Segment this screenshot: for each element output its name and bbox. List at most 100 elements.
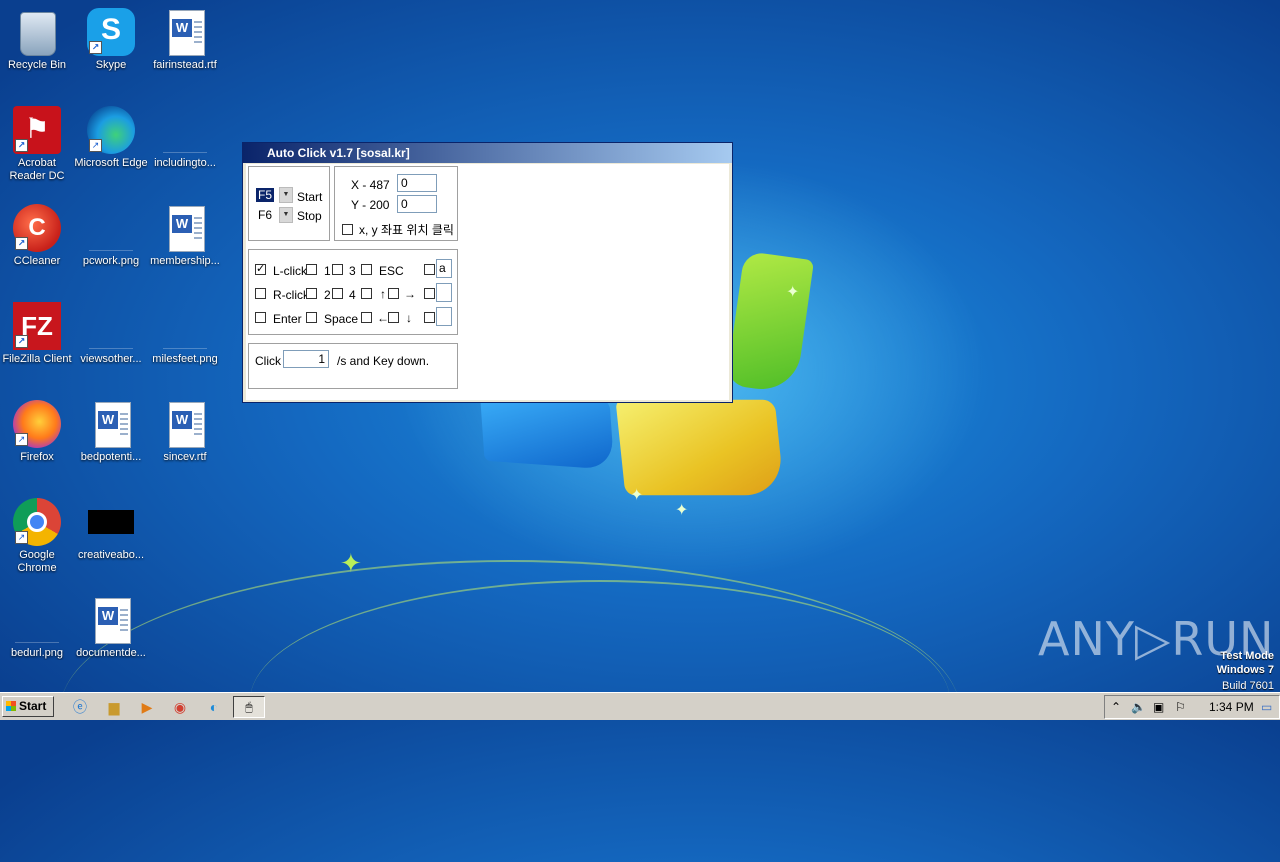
network-icon[interactable]: ▣	[1153, 699, 1164, 715]
icon-label: documentde...	[76, 647, 146, 659]
word-document-icon: W	[87, 596, 135, 644]
show-desktop-icon[interactable]: ▭	[1261, 699, 1272, 715]
shortcut-arrow-icon: ↗	[89, 41, 102, 54]
custom-key-1-checkbox[interactable]	[424, 264, 435, 275]
click-rate-input[interactable]: 1	[283, 350, 329, 368]
custom-key-2-input[interactable]	[436, 283, 452, 302]
desktop-icon-creativeabo[interactable]: creativeabo...	[74, 498, 148, 562]
up-arrow-label: ↑	[380, 287, 386, 301]
x-coordinate-label: X - 487	[351, 178, 390, 192]
desktop-icon-acrobat[interactable]: ⚑ ↗ Acrobat Reader DC	[0, 106, 74, 183]
icon-label: Firefox	[20, 451, 54, 463]
key-2-checkbox[interactable]	[306, 288, 317, 299]
mouse-icon: 🖱	[245, 700, 253, 714]
show-hidden-icons-icon[interactable]: ⌃	[1111, 699, 1121, 715]
test-mode-label: Test Mode	[1220, 650, 1274, 662]
space-label: Space	[324, 312, 359, 326]
firefox-icon: ↗	[13, 400, 61, 448]
desktop-icon-documentde[interactable]: W documentde...	[74, 596, 148, 660]
rclick-label: R-click	[273, 288, 309, 302]
chrome-taskbar-icon[interactable]: ◉	[170, 697, 190, 717]
position-click-label: x, y 좌표 위치 클릭	[359, 223, 454, 237]
desktop-icon-edge[interactable]: ↗ Microsoft Edge	[74, 106, 148, 170]
volume-icon[interactable]: 🔈	[1131, 699, 1146, 715]
x-coordinate-input[interactable]: 0	[397, 174, 437, 192]
custom-key-2-checkbox[interactable]	[424, 288, 435, 299]
right-arrow-checkbox[interactable]	[388, 288, 399, 299]
desktop-icon-chrome[interactable]: ↗ Google Chrome	[0, 498, 74, 575]
shortcut-arrow-icon: ↗	[15, 531, 28, 544]
desktop-icon-firefox[interactable]: ↗ Firefox	[0, 400, 74, 464]
click-rate-label: Click	[255, 354, 281, 368]
key-3-checkbox[interactable]	[332, 264, 343, 275]
desktop-icon-pcwork[interactable]: pcwork.png	[74, 204, 148, 268]
space-checkbox[interactable]	[306, 312, 317, 323]
recycle-bin-icon	[13, 8, 61, 56]
window-title[interactable]: Auto Click v1.7 [sosal.kr]	[243, 143, 732, 163]
action-center-flag-icon[interactable]: ⚐	[1175, 699, 1186, 715]
sparkle-icon: ✦	[340, 548, 362, 578]
down-arrow-checkbox[interactable]	[388, 312, 399, 323]
word-document-icon: W	[87, 400, 135, 448]
position-click-checkbox[interactable]	[342, 224, 353, 235]
key-4-checkbox[interactable]	[332, 288, 343, 299]
stop-hotkey-dropdown-icon[interactable]: ▼	[279, 207, 293, 223]
windows-logo-yellow-pane	[615, 399, 785, 496]
explorer-folder-icon[interactable]: ▆	[104, 697, 124, 717]
desktop-icon-membership[interactable]: W membership...	[148, 204, 222, 268]
key-4-label: 4	[349, 288, 356, 302]
desktop-icon-bedpotenti[interactable]: W bedpotenti...	[74, 400, 148, 464]
enter-checkbox[interactable]	[255, 312, 266, 323]
clock[interactable]: 1:34 PM	[1209, 699, 1254, 715]
windows-logo-green-pane	[725, 250, 815, 395]
desktop-icon-bedurl[interactable]: bedurl.png	[0, 596, 74, 660]
esc-checkbox[interactable]	[361, 264, 372, 275]
ie-icon[interactable]: ⓔ	[70, 697, 90, 717]
media-player-icon[interactable]: ▶	[137, 697, 157, 717]
acrobat-icon: ⚑ ↗	[13, 106, 61, 154]
desktop-icon-sincev[interactable]: W sincev.rtf	[148, 400, 222, 464]
auto-click-window[interactable]: Auto Click v1.7 [sosal.kr] F5 ▼ Start F6…	[242, 142, 733, 403]
rclick-checkbox[interactable]	[255, 288, 266, 299]
key-2-label: 2	[324, 288, 331, 302]
icon-label: fairinstead.rtf	[153, 59, 217, 71]
custom-key-3-checkbox[interactable]	[424, 312, 435, 323]
desktop-icon-fairinstead[interactable]: W fairinstead.rtf	[148, 8, 222, 72]
stop-hotkey-value[interactable]: F6	[256, 208, 274, 222]
desktop-icon-filezilla[interactable]: FZ ↗ FileZilla Client	[0, 302, 74, 366]
enter-label: Enter	[273, 312, 302, 326]
sparkle-icon: ✦	[675, 502, 689, 519]
icon-label: creativeabo...	[77, 549, 145, 561]
edge-taskbar-icon[interactable]: ◐	[204, 697, 224, 717]
key-1-checkbox[interactable]	[306, 264, 317, 275]
desktop-icon-ccleaner[interactable]: C ↗ CCleaner	[0, 204, 74, 268]
left-arrow-checkbox[interactable]	[361, 312, 372, 323]
esc-label: ESC	[379, 264, 404, 278]
start-button[interactable]: Start	[2, 696, 54, 717]
up-arrow-checkbox[interactable]	[361, 288, 372, 299]
desktop-icon-milesfeet[interactable]: milesfeet.png	[148, 302, 222, 366]
shortcut-arrow-icon: ↗	[15, 433, 28, 446]
start-hotkey-dropdown-icon[interactable]: ▼	[279, 187, 293, 203]
taskbar: Start ⓔ ▆ ▶ ◉ ◐ 🖱 ⌃ 🔈 ▣ ⚐ 1:34 PM ▭	[0, 692, 1280, 720]
icon-label: bedpotenti...	[80, 451, 142, 463]
shortcut-arrow-icon: ↗	[89, 139, 102, 152]
lclick-checkbox[interactable]: ✓	[255, 264, 266, 275]
icon-label: CCleaner	[13, 255, 61, 267]
desktop-icon-viewsother[interactable]: viewsother...	[74, 302, 148, 366]
custom-key-1-input[interactable]: a	[436, 259, 452, 278]
skype-icon: S ↗	[87, 8, 135, 56]
windows-flag-icon	[6, 701, 16, 711]
auto-click-taskbar-button[interactable]: 🖱	[233, 696, 265, 718]
desktop-icon-recycle-bin[interactable]: Recycle Bin	[0, 8, 74, 72]
shortcut-arrow-icon: ↗	[15, 237, 28, 250]
build-label: Build 7601	[1222, 680, 1274, 692]
icon-label: pcwork.png	[82, 255, 140, 267]
file-icon	[161, 106, 209, 154]
desktop-icon-skype[interactable]: S ↗ Skype	[74, 8, 148, 72]
custom-key-3-input[interactable]	[436, 307, 452, 326]
desktop-icon-includingto[interactable]: includingto...	[148, 106, 222, 170]
y-coordinate-input[interactable]: 0	[397, 195, 437, 213]
start-hotkey-value[interactable]: F5	[256, 188, 275, 202]
down-arrow-label: ↓	[406, 311, 412, 325]
